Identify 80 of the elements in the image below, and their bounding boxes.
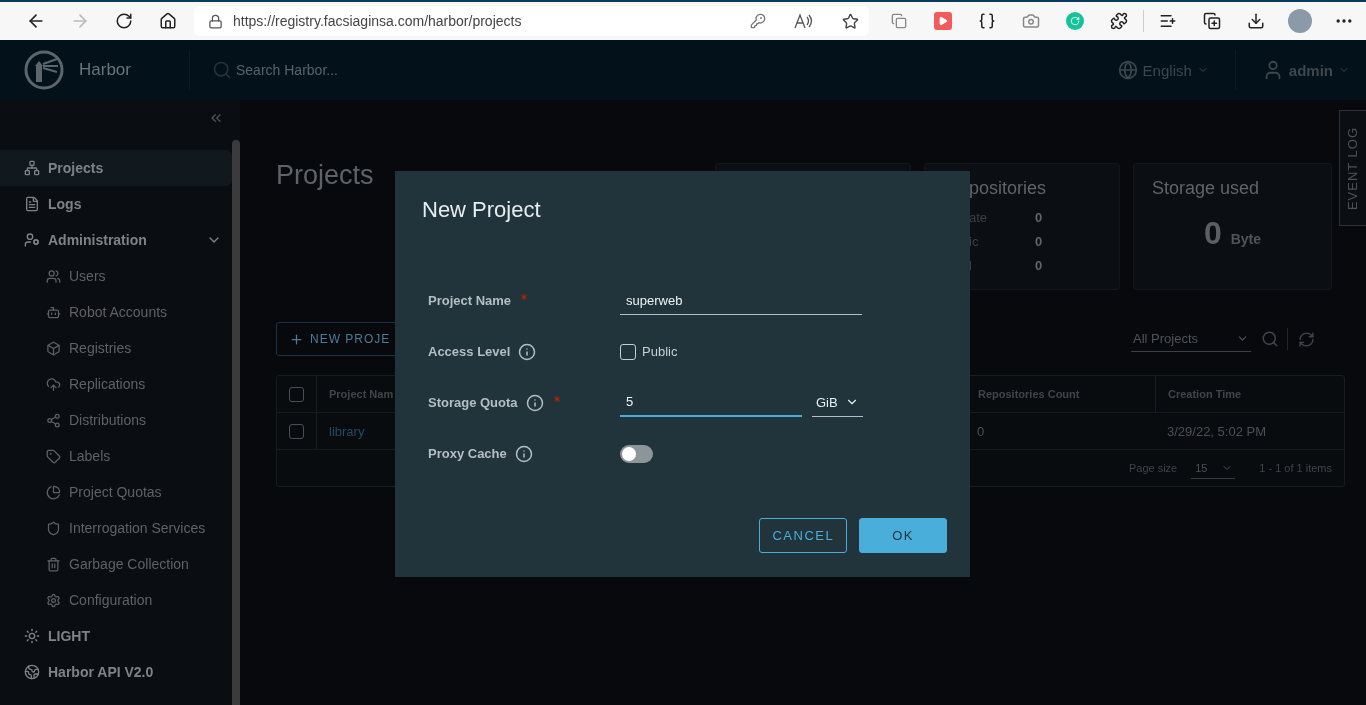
nav-icon	[24, 232, 40, 248]
nav-icon	[24, 628, 40, 644]
nav-icon	[46, 412, 61, 428]
nav-item[interactable]: Configuration	[0, 582, 232, 618]
nav-item[interactable]: Distributions	[0, 402, 232, 438]
nav-item[interactable]: Replications	[0, 366, 232, 402]
language-menu[interactable]: English	[1091, 60, 1235, 80]
info-icon[interactable]	[514, 444, 533, 463]
harbor-logo	[24, 50, 64, 90]
nav-item[interactable]: Labels	[0, 438, 232, 474]
page-size-select[interactable]: 15	[1191, 457, 1236, 479]
nav-icon	[46, 484, 61, 500]
card-title: positories	[969, 178, 1048, 199]
search-icon	[212, 60, 232, 80]
storage-value: 0	[1203, 215, 1222, 252]
page-size-label: Page size	[1128, 462, 1178, 474]
nav-item[interactable]: Interrogation Services	[0, 510, 232, 546]
field-label: Access Level	[428, 344, 511, 359]
nav-item[interactable]: Logs	[0, 186, 232, 222]
unit-select[interactable]: GiB	[812, 388, 863, 417]
event-log-tab[interactable]: EVENT LOG	[1339, 110, 1366, 226]
globe-icon	[1117, 60, 1138, 80]
nav-item[interactable]: Projects	[0, 150, 232, 186]
nav-icon	[46, 268, 61, 284]
page-title: Projects	[276, 160, 374, 190]
checkbox[interactable]	[289, 386, 304, 402]
nav-icon	[46, 592, 61, 608]
public-checkbox[interactable]: Public	[620, 343, 678, 360]
storage-unit: Byte	[1230, 231, 1262, 247]
field-label: Proxy Cache	[428, 446, 507, 461]
nav-item[interactable]: Project Quotas	[0, 474, 232, 510]
star-icon[interactable]	[842, 12, 859, 30]
dialog-title: New Project	[422, 197, 542, 223]
url-text: https://registry.facsiaginsa.com/harbor/projects	[233, 13, 523, 29]
table-cell: 3/29/22, 5:02 PM	[1167, 423, 1266, 439]
address-bar[interactable]: https://registry.facsiaginsa.com/harbor/projects	[194, 6, 869, 36]
nav-icon	[46, 340, 61, 356]
stat-value: 0	[1035, 257, 1043, 273]
scrollbar[interactable]	[232, 140, 240, 705]
nav-item[interactable]: Garbage Collection	[0, 546, 232, 582]
nav-icon	[46, 448, 61, 464]
proxy-cache-toggle[interactable]	[620, 444, 653, 463]
key-icon[interactable]	[750, 13, 766, 29]
filter-select[interactable]: All Projects	[1131, 326, 1251, 352]
nav-item[interactable]: Harbor API V2.0	[0, 654, 232, 690]
user-menu[interactable]: admin	[1235, 59, 1366, 81]
project-name-field[interactable]: superweb	[620, 286, 862, 315]
stat-value: 0	[1035, 233, 1043, 249]
project-link[interactable]: library	[329, 423, 365, 439]
field-label: Project Name	[428, 293, 512, 308]
nav-icon	[24, 160, 40, 176]
column-header[interactable]: Project Nam	[329, 388, 394, 400]
storage-quota-field[interactable]: 5	[620, 388, 802, 417]
search-field[interactable]: Search Harbor...	[234, 61, 534, 79]
lock-icon	[208, 13, 223, 29]
nav-icon	[46, 376, 61, 392]
app-name: Harbor	[79, 60, 132, 80]
read-aloud-icon[interactable]	[794, 13, 814, 29]
nav-icon	[24, 196, 40, 212]
checkbox[interactable]	[289, 423, 304, 439]
ok-button[interactable]: OK	[859, 518, 947, 553]
nav-icon	[46, 556, 61, 572]
stat-value: 0	[1035, 209, 1043, 225]
nav-item[interactable]: Robot Accounts	[0, 294, 232, 330]
table-cell: 0	[977, 423, 985, 439]
info-icon[interactable]	[525, 393, 544, 412]
field-label: Storage Quota	[428, 395, 518, 410]
nav-icon	[46, 520, 61, 536]
column-header[interactable]: Creation Time	[1168, 388, 1242, 400]
nav-icon	[24, 664, 40, 680]
cancel-button[interactable]: CANCEL	[759, 518, 848, 553]
plus-icon	[289, 331, 304, 347]
card-title: Storage used	[1152, 178, 1261, 199]
nav-icon	[46, 304, 61, 320]
info-icon[interactable]	[518, 342, 537, 361]
nav-item[interactable]: Users	[0, 258, 232, 294]
column-header[interactable]: Repositories Count	[978, 388, 1080, 400]
nav-item[interactable]: LIGHT	[0, 618, 232, 654]
nav-item[interactable]: Administration	[0, 222, 232, 258]
nav-item[interactable]: Registries	[0, 330, 232, 366]
